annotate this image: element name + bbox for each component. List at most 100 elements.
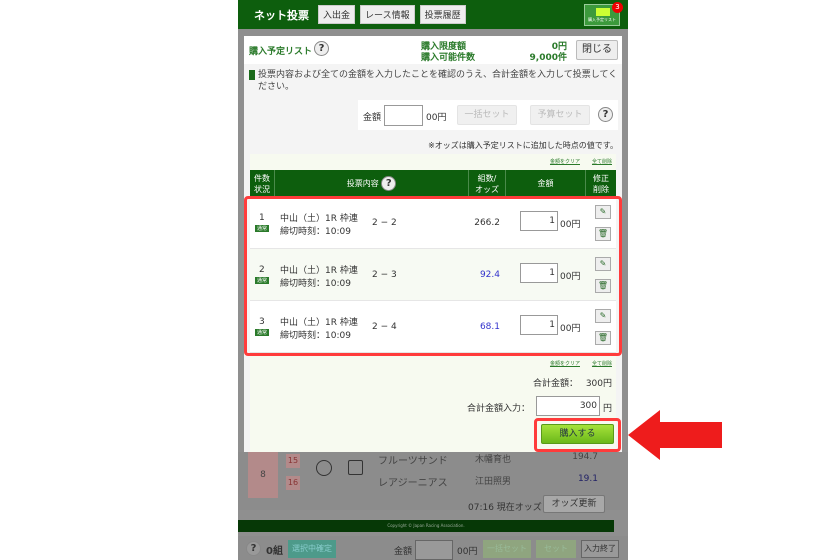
odds-update-button[interactable]: オッズ更新 <box>543 495 605 513</box>
arrow-left-icon <box>628 410 722 460</box>
cart-button[interactable]: 3 購入予定リスト <box>584 2 623 26</box>
amount-unit: 00円 <box>560 324 581 334</box>
horse-number: 15 <box>286 454 300 468</box>
bulk-set-button[interactable]: 一括セット <box>457 105 517 125</box>
odds-note: ※オッズは購入予定リストに追加した時点の値です。 <box>428 141 618 150</box>
edit-icon[interactable]: ✎ <box>595 205 611 219</box>
col-amount: 金額 <box>506 170 586 197</box>
odds: 194.7 <box>572 452 598 462</box>
help-icon[interactable]: ? <box>598 107 613 122</box>
list-icon <box>596 8 610 16</box>
budget-set-button[interactable]: 予算セット <box>530 105 590 125</box>
horse-number: 16 <box>286 476 300 490</box>
links-bar: 金額をクリア 全て削除 <box>250 154 616 170</box>
odds: 68.1 <box>479 322 500 332</box>
amount-input[interactable] <box>384 105 423 126</box>
amount-label: 金額 <box>394 547 413 557</box>
trash-icon[interactable]: 🗑 <box>595 279 611 293</box>
finish-button[interactable]: 入力終了 <box>581 540 619 558</box>
combination: 2 − 2 <box>372 218 397 228</box>
delete-all-link[interactable]: 全て削除 <box>592 158 612 165</box>
odds: 19.1 <box>577 474 598 484</box>
clear-amounts-link[interactable]: 金額をクリア <box>550 158 580 165</box>
combination: 2 − 4 <box>372 322 397 332</box>
close-button[interactable]: 閉じる <box>576 40 618 60</box>
status-badge: 通常 <box>255 225 270 232</box>
race-info: 中山（土）1R 枠連 <box>280 266 358 276</box>
total-label: 合計金額： <box>532 379 578 389</box>
status-badge: 通常 <box>255 329 270 336</box>
amount-label: 金額 <box>363 113 382 123</box>
clear-amounts-link[interactable]: 金額をクリア <box>550 360 580 367</box>
amount-input[interactable]: 1 <box>520 211 558 231</box>
purchase-list-modal: 購入予定リスト ? 購入限度額 購入可能件数 0円 9,000件 閉じる 投票内… <box>244 36 622 452</box>
selected-count: 0組 <box>266 546 283 557</box>
nav-deposit[interactable]: 入出金 <box>318 5 356 24</box>
delete-all-link[interactable]: 全て削除 <box>592 360 612 367</box>
edit-icon[interactable]: ✎ <box>595 257 611 271</box>
help-icon[interactable]: ? <box>314 41 329 56</box>
copyright: Copyright © Japan Racing Association. <box>238 520 614 532</box>
col-content-label: 投票内容 <box>346 179 379 188</box>
amount-input[interactable] <box>415 540 453 560</box>
race-info: 中山（土）1R 枠連 <box>280 214 358 224</box>
count-label: 購入可能件数 <box>421 53 476 63</box>
total-input-unit: 円 <box>602 404 612 414</box>
table-header: 件数 状況 投票内容 ? 組数/ オッズ 金額 修正 削除 <box>250 170 616 197</box>
notice-text: 投票内容および全ての金額を入力したことを確認のうえ、合計金額を入力して投票してく… <box>258 70 618 92</box>
amount-input[interactable]: 1 <box>520 315 558 335</box>
radio-circle[interactable] <box>316 460 332 476</box>
purchase-button[interactable]: 購入する <box>541 424 614 444</box>
amount-input[interactable]: 1 <box>520 263 558 283</box>
deadline: 締切時刻：10:09 <box>280 227 351 237</box>
col-odds: 組数/ オッズ <box>469 170 506 197</box>
bottom-bar: ? 0組 選択中確定 金額 00円 一括セット セット 入力終了 <box>238 536 628 560</box>
unit: 00円 <box>457 547 478 557</box>
help-icon[interactable]: ? <box>381 176 397 191</box>
col-edit-delete: 修正 削除 <box>593 173 609 194</box>
amount-unit: 00円 <box>426 113 447 123</box>
modal-title: 購入予定リスト <box>249 47 313 57</box>
header: ネット投票 入出金 レース情報 投票履歴 3 購入予定リスト <box>238 0 628 29</box>
bulk-set-button[interactable]: 一括セット <box>483 540 531 558</box>
trash-icon[interactable]: 🗑 <box>595 331 611 345</box>
deadline: 締切時刻：10:09 <box>280 279 351 289</box>
cart-count-badge: 3 <box>612 2 623 13</box>
deadline: 締切時刻：10:09 <box>280 331 351 341</box>
table-row: 1 通常 中山（土）1R 枠連 締切時刻：10:09 2 − 2 266.2 1… <box>250 197 616 249</box>
help-icon[interactable]: ? <box>246 541 261 556</box>
modal-header: 購入予定リスト ? 購入限度額 購入可能件数 0円 9,000件 閉じる <box>244 36 622 64</box>
combination: 2 − 3 <box>372 270 397 280</box>
horse-name: フルーツサンド <box>378 456 448 467</box>
amount-unit: 00円 <box>560 220 581 230</box>
horse-name: レアジーニアス <box>378 478 448 489</box>
app: ネット投票 入出金 レース情報 投票履歴 3 購入予定リスト 8 15 16 フル… <box>238 0 628 560</box>
count-value: 9,000件 <box>529 53 567 63</box>
odds-time: 07:16 現在オッズ <box>468 503 542 513</box>
edit-icon[interactable]: ✎ <box>595 309 611 323</box>
total-input[interactable]: 300 <box>536 396 600 416</box>
nav-race-info[interactable]: レース情報 <box>360 5 415 24</box>
frame-number: 8 <box>248 452 278 498</box>
col-content: 投票内容 ? <box>275 170 469 197</box>
amount-unit: 00円 <box>560 272 581 282</box>
notice-marker <box>249 70 255 80</box>
jockey-name: 木幡育也 <box>475 455 512 465</box>
trash-icon[interactable]: 🗑 <box>595 227 611 241</box>
row-number: 2 <box>259 265 265 275</box>
table-row: 3 通常 中山（土）1R 枠連 締切時刻：10:09 2 − 4 68.1 1 … <box>250 301 616 353</box>
set-button[interactable]: セット <box>536 540 576 558</box>
table-row: 2 通常 中山（土）1R 枠連 締切時刻：10:09 2 − 3 92.4 1 … <box>250 249 616 301</box>
odds: 92.4 <box>479 270 500 280</box>
status-badge: 通常 <box>255 277 270 284</box>
confirm-button[interactable]: 選択中確定 <box>288 540 336 558</box>
checkbox[interactable] <box>348 460 363 475</box>
amount-bar: 金額 00円 一括セット 予算セット ? <box>358 100 618 130</box>
row-number: 3 <box>259 317 265 327</box>
col-count-status: 件数 状況 <box>250 170 275 197</box>
total-value: 300円 <box>585 379 612 389</box>
logo[interactable]: ネット投票 <box>254 7 309 23</box>
row-number: 1 <box>259 213 265 223</box>
nav-history[interactable]: 投票履歴 <box>419 5 466 24</box>
cart-label: 購入予定リスト <box>588 17 616 22</box>
